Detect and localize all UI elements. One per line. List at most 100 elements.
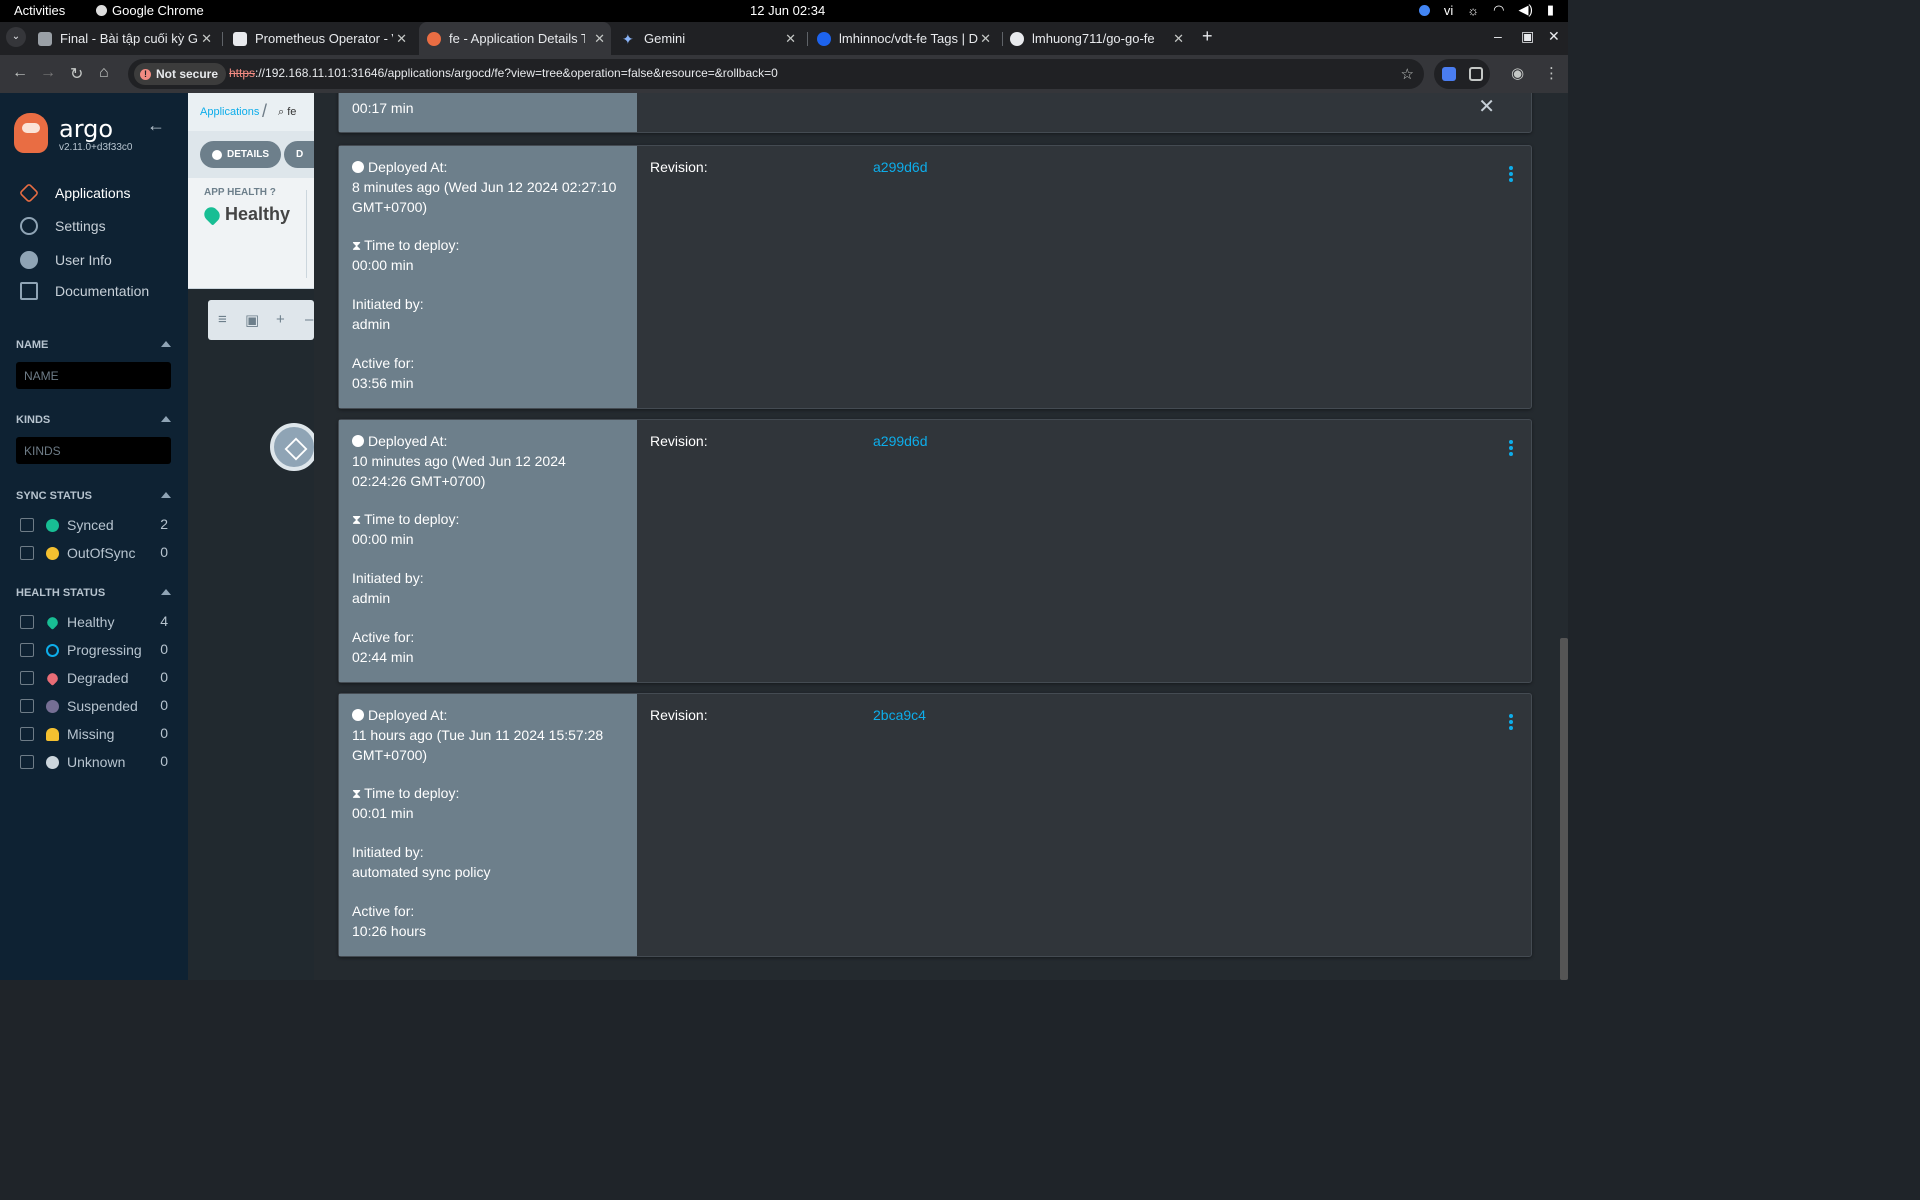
tab-search-button[interactable]: ⌄ (6, 27, 26, 47)
extension-icon[interactable] (1442, 67, 1456, 81)
breadcrumb-applications[interactable]: Applications (200, 106, 259, 118)
wifi-icon[interactable]: ◠ (1493, 2, 1504, 18)
home-icon[interactable]: ⌂ (99, 64, 109, 82)
battery-icon[interactable]: ▮ (1547, 2, 1554, 18)
address-bar[interactable]: ! Not secure https://192.168.11.101:3164… (128, 59, 1424, 89)
filter-outofsync[interactable]: OutOfSync 0 (20, 544, 168, 562)
puzzle-icon[interactable] (1469, 67, 1483, 81)
checkbox[interactable] (20, 727, 34, 741)
filter-kinds-header[interactable]: KINDS (16, 414, 171, 426)
close-tab-icon[interactable]: ✕ (396, 31, 407, 47)
more-actions-icon[interactable] (1509, 166, 1513, 184)
browser-tab-prometheus[interactable]: Prometheus Operator - V ✕ (233, 22, 413, 55)
bookmark-star-icon[interactable]: ☆ (1401, 65, 1414, 83)
checkbox[interactable] (20, 755, 34, 769)
forward-icon[interactable]: → (40, 64, 56, 82)
book-icon (20, 282, 38, 300)
activities-button[interactable]: Activities (14, 3, 65, 18)
more-actions-icon[interactable] (1509, 440, 1513, 458)
initiated-by-label: Initiated by: (352, 570, 424, 586)
browser-tab-github[interactable]: lmhuong711/go-go-fe ✕ (1010, 22, 1190, 55)
app-status-panel: APP HEALTH ? Healthy (188, 178, 314, 289)
checkbox[interactable] (20, 518, 34, 532)
revision-label: Revision: (650, 159, 708, 175)
name-filter-input[interactable] (16, 362, 171, 389)
zoom-out-icon[interactable]: – (305, 311, 313, 328)
nav-settings[interactable]: Settings (20, 217, 106, 235)
filter-name-header[interactable]: NAME (16, 339, 171, 351)
browser-tab-dockerhub[interactable]: lmhinnoc/vdt-fe Tags | D ✕ (817, 22, 997, 55)
back-icon[interactable]: ← (12, 64, 28, 82)
collapse-caret-icon (161, 416, 171, 422)
close-panel-icon[interactable]: ✕ (1478, 94, 1495, 119)
kinds-filter-input[interactable] (16, 437, 171, 464)
list-view-icon[interactable]: ≡ (218, 311, 227, 328)
filter-health-header[interactable]: HEALTH STATUS (16, 587, 171, 599)
extensions-group (1434, 59, 1490, 89)
checkbox[interactable] (20, 643, 34, 657)
time-to-deploy-value: 00:00 min (352, 257, 414, 273)
details-button[interactable]: DETAILS (200, 141, 282, 168)
version-label: v2.11.0+d3f33c0 (59, 142, 133, 153)
nav-applications[interactable]: Applications (18, 182, 131, 204)
filter-sync-header[interactable]: SYNC STATUS (16, 490, 171, 502)
fit-view-icon[interactable]: ▣ (245, 311, 259, 329)
close-window-icon[interactable]: ✕ (1548, 28, 1560, 45)
breadcrumb-app[interactable]: ⌕ fe (278, 106, 296, 119)
more-actions-icon[interactable] (1509, 714, 1513, 732)
chrome-menu-icon[interactable]: ⋮ (1544, 64, 1559, 82)
history-rollback-panel: Active for: 00:17 min ✕ Deployed At: 8 m… (314, 93, 1568, 980)
checkbox[interactable] (20, 615, 34, 629)
brand-name: argo (59, 115, 114, 143)
chrome-tray-icon[interactable] (1418, 4, 1430, 16)
nav-user-info[interactable]: User Info (20, 251, 112, 269)
active-for-label: Active for: (352, 355, 415, 371)
close-tab-icon[interactable]: ✕ (594, 31, 605, 47)
filter-unknown[interactable]: Unknown 0 (20, 753, 168, 771)
close-tab-icon[interactable]: ✕ (1173, 31, 1184, 47)
initiated-by-label: Initiated by: (352, 844, 424, 860)
revision-link[interactable]: a299d6d (873, 433, 928, 449)
system-top-bar: Activities Google Chrome 12 Jun 02:34 vi… (0, 0, 1568, 22)
reload-icon[interactable]: ↻ (70, 64, 83, 84)
close-tab-icon[interactable]: ✕ (201, 31, 212, 47)
url-text[interactable]: https://192.168.11.101:31646/application… (229, 66, 778, 80)
filter-missing[interactable]: Missing 0 (20, 725, 168, 743)
restore-icon[interactable]: ▣ (1521, 28, 1534, 45)
filter-degraded[interactable]: Degraded 0 (20, 669, 168, 687)
filter-synced[interactable]: Synced 2 (20, 516, 168, 534)
browser-tab-final[interactable]: Final - Bài tập cuối kỳ GĐ ✕ (38, 22, 218, 55)
profile-icon[interactable]: ◉ (1511, 64, 1524, 82)
browser-tab-gemini[interactable]: ✦ Gemini ✕ (622, 22, 802, 55)
ghost-icon (46, 727, 59, 741)
checkbox[interactable] (20, 546, 34, 560)
active-app-menu[interactable]: Google Chrome (96, 3, 204, 18)
nav-documentation[interactable]: Documentation (20, 282, 149, 300)
panel-scrollbar[interactable] (1560, 638, 1568, 980)
docker-icon (817, 31, 831, 46)
minimize-icon[interactable]: – (1494, 28, 1502, 44)
system-clock[interactable]: 12 Jun 02:34 (750, 3, 825, 18)
broken-heart-icon (45, 670, 60, 686)
system-tray[interactable]: vi ☼ ◠ ◀) ▮ (1418, 2, 1554, 18)
close-tab-icon[interactable]: ✕ (980, 31, 991, 47)
brightness-icon[interactable]: ☼ (1467, 3, 1479, 18)
filter-progressing[interactable]: Progressing 0 (20, 641, 168, 659)
zoom-in-icon[interactable]: + (276, 311, 285, 328)
browser-tab-argocd[interactable]: fe - Application Details T ✕ (419, 22, 611, 55)
new-tab-button[interactable]: + (1202, 26, 1213, 47)
collapse-caret-icon (161, 492, 171, 498)
revision-link[interactable]: 2bca9c4 (873, 707, 926, 723)
app-graph-node[interactable] (270, 423, 318, 471)
volume-icon[interactable]: ◀) (1519, 2, 1533, 18)
filter-healthy[interactable]: Healthy 4 (20, 613, 168, 631)
checkbox[interactable] (20, 671, 34, 685)
filter-suspended[interactable]: Suspended 0 (20, 697, 168, 715)
site-security-chip[interactable]: ! Not secure (134, 63, 227, 85)
close-tab-icon[interactable]: ✕ (785, 31, 796, 47)
keyboard-language[interactable]: vi (1444, 3, 1453, 18)
checkbox[interactable] (20, 699, 34, 713)
revision-link[interactable]: a299d6d (873, 159, 928, 175)
active-app-name: Google Chrome (112, 3, 204, 18)
collapse-sidebar-icon[interactable]: ← (147, 115, 165, 136)
